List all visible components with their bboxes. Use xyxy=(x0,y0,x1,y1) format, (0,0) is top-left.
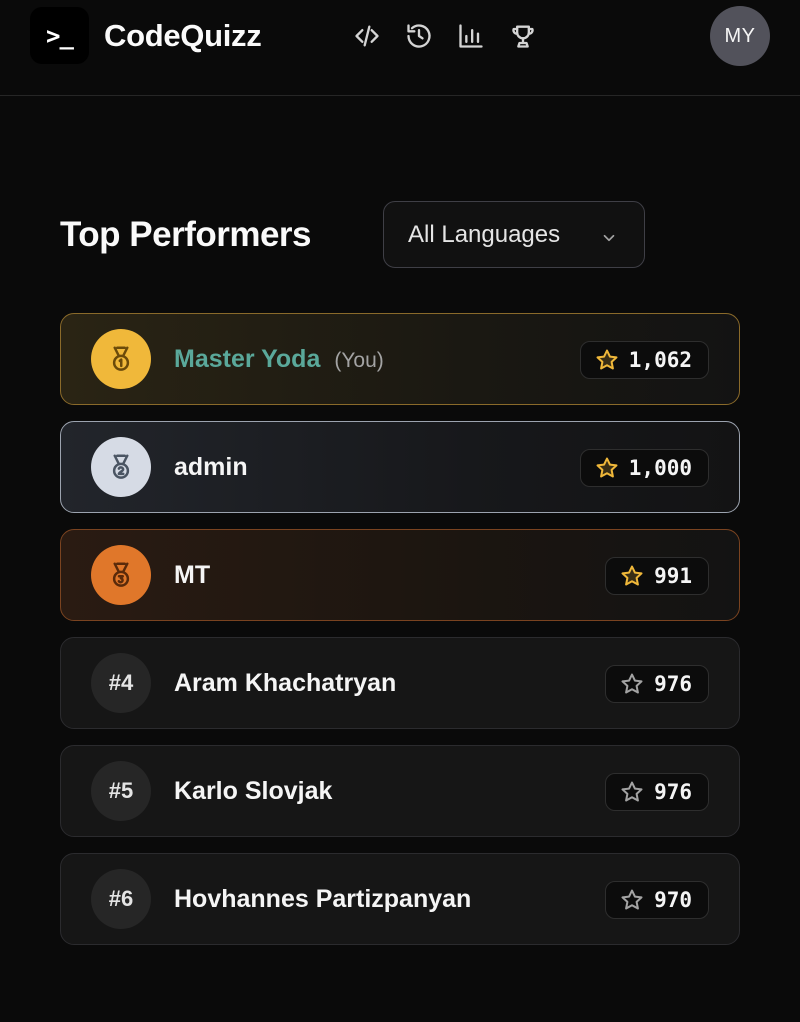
leaderboard-row[interactable]: admin 1,000 xyxy=(60,421,740,513)
leaderboard-row[interactable]: #6 Hovhannes Partizpanyan 970 xyxy=(60,853,740,945)
silver-medal-icon xyxy=(91,437,151,497)
player-name: Hovhannes Partizpanyan xyxy=(174,885,472,913)
leaderboard-row[interactable]: MT 991 xyxy=(60,529,740,621)
star-icon xyxy=(621,781,643,802)
page-title: Top Performers xyxy=(60,215,312,254)
page: >_ CodeQuizz MY Top Performers All Langu… xyxy=(0,0,800,1022)
gold-medal-icon xyxy=(91,329,151,389)
leaderboard-row[interactable]: #4 Aram Khachatryan 976 xyxy=(60,637,740,729)
language-filter-value: All Languages xyxy=(408,220,561,248)
code-icon[interactable] xyxy=(352,21,382,51)
history-icon[interactable] xyxy=(404,21,434,51)
bronze-medal-icon xyxy=(91,545,151,605)
brand-name[interactable]: CodeQuizz xyxy=(104,16,262,56)
score-value: 991 xyxy=(654,564,692,588)
score-badge: 976 xyxy=(605,665,709,703)
logo-terminal-icon[interactable]: >_ xyxy=(30,7,89,64)
score-badge: 991 xyxy=(605,557,709,595)
leaderboard-row[interactable]: #5 Karlo Slovjak 976 xyxy=(60,745,740,837)
score-badge: 970 xyxy=(605,881,709,919)
score-value: 1,000 xyxy=(628,456,692,480)
you-tag: (You) xyxy=(334,349,384,372)
star-icon xyxy=(596,457,618,478)
score-value: 976 xyxy=(654,780,692,804)
score-badge: 976 xyxy=(605,773,709,811)
language-filter-dropdown[interactable]: All Languages xyxy=(383,201,645,268)
leaderboard-row[interactable]: Master Yoda (You) 1,062 xyxy=(60,313,740,405)
player-name: Master Yoda (You) xyxy=(174,345,384,373)
player-name: MT xyxy=(174,561,211,589)
star-icon xyxy=(596,349,618,370)
chevron-down-icon xyxy=(600,226,618,244)
score-value: 970 xyxy=(654,888,692,912)
star-icon xyxy=(621,673,643,694)
score-badge: 1,000 xyxy=(579,449,709,487)
rank-badge: #5 xyxy=(91,761,151,821)
player-name: Aram Khachatryan xyxy=(174,669,397,697)
leaderboard-list: Master Yoda (You) 1,062 admin 1,000 MT 9… xyxy=(60,313,740,961)
trophy-icon[interactable] xyxy=(508,21,538,51)
chart-icon[interactable] xyxy=(456,21,486,51)
top-bar: >_ CodeQuizz MY xyxy=(0,0,800,96)
main-nav xyxy=(352,20,538,52)
rank-badge: #4 xyxy=(91,653,151,713)
score-value: 1,062 xyxy=(628,348,692,372)
rank-badge: #6 xyxy=(91,869,151,929)
star-icon xyxy=(621,889,643,910)
score-badge: 1,062 xyxy=(579,341,709,379)
star-icon xyxy=(621,565,643,586)
player-name: admin xyxy=(174,453,248,481)
score-value: 976 xyxy=(654,672,692,696)
user-avatar[interactable]: MY xyxy=(710,6,770,66)
player-name: Karlo Slovjak xyxy=(174,777,333,805)
